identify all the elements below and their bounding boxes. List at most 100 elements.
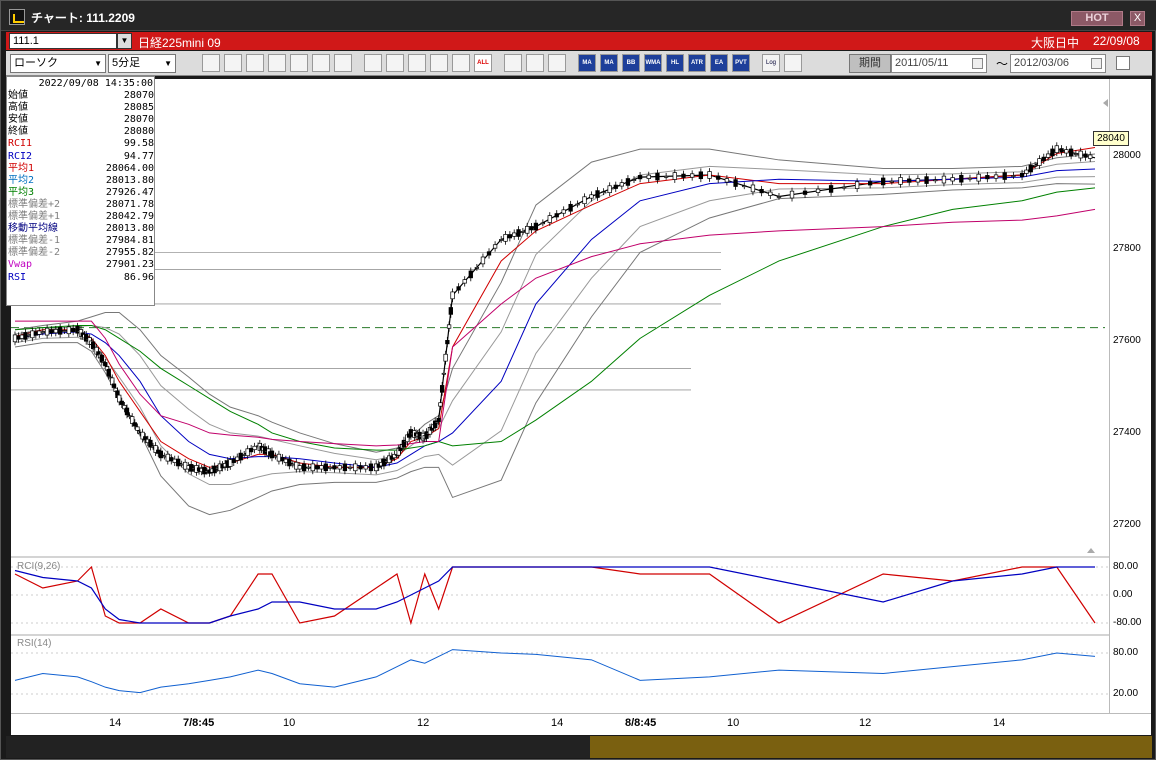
x-tick-label: 8/8:45 bbox=[625, 717, 657, 729]
toolbar-icon-button[interactable] bbox=[290, 54, 308, 72]
candle-body bbox=[503, 234, 508, 242]
candle-body bbox=[280, 457, 285, 462]
candle-body bbox=[561, 209, 566, 214]
toolbar-pvt-button[interactable]: PVT bbox=[732, 54, 750, 72]
candle-body bbox=[294, 461, 299, 470]
chart-plot-area[interactable] bbox=[11, 79, 1109, 713]
candle-body bbox=[492, 244, 498, 249]
info-value: 28070 bbox=[123, 114, 154, 126]
candle-body bbox=[306, 466, 311, 469]
toolbar-icon-button[interactable] bbox=[334, 54, 352, 72]
candle-body bbox=[33, 331, 38, 336]
toolbar-ma-button[interactable]: MA bbox=[600, 54, 618, 72]
info-value: 28064.00 bbox=[105, 162, 154, 174]
toolbar-log-button[interactable]: Log bbox=[762, 54, 780, 72]
scrollbar-thumb[interactable] bbox=[590, 736, 1152, 758]
candle-body bbox=[750, 184, 756, 193]
candle-body bbox=[297, 465, 302, 470]
info-value: 94.77 bbox=[123, 150, 154, 162]
chart-type-select[interactable]: ローソク ▼ bbox=[10, 54, 106, 73]
candle-body bbox=[319, 465, 324, 470]
calendar-icon[interactable] bbox=[972, 58, 983, 69]
toolbar-candle-a-button[interactable] bbox=[430, 54, 448, 72]
candle-body bbox=[707, 171, 712, 179]
time-scrollbar[interactable] bbox=[6, 736, 1152, 758]
timeframe-select[interactable]: 5分足 ▼ bbox=[108, 54, 176, 73]
candle-body bbox=[520, 231, 526, 233]
candle-body bbox=[933, 179, 938, 182]
candle-body bbox=[417, 431, 422, 440]
candle-body bbox=[468, 270, 473, 279]
symbol-input[interactable]: 111.1 bbox=[9, 33, 117, 49]
toolbar-color-button[interactable] bbox=[548, 54, 566, 72]
toolbar-atr-button[interactable]: ATR bbox=[688, 54, 706, 72]
candle-body bbox=[135, 426, 140, 431]
x-tick-label: 12 bbox=[859, 717, 872, 729]
candle-body bbox=[967, 177, 973, 180]
date-to-input[interactable]: 2012/03/06 bbox=[1010, 54, 1106, 73]
toolbar-settings-button[interactable] bbox=[504, 54, 522, 72]
candle-body bbox=[841, 186, 847, 189]
window-title: チャート: 111.2209 bbox=[31, 11, 135, 25]
toolbar-ea-button[interactable]: EA bbox=[710, 54, 728, 72]
chevron-down-icon: ▼ bbox=[94, 59, 102, 68]
toolbar-pen-button[interactable] bbox=[364, 54, 382, 72]
info-label: 標準偏差+1 bbox=[8, 211, 61, 222]
info-value: 27955.82 bbox=[105, 247, 154, 259]
info-label: 終値 bbox=[8, 126, 28, 138]
band-line bbox=[14, 176, 1096, 486]
y-tick-label: 27200 bbox=[1113, 519, 1141, 530]
toolbar-zoom-chart-button[interactable] bbox=[268, 54, 286, 72]
toolbar-crosshair-button[interactable] bbox=[224, 54, 242, 72]
toolbar-ma-button[interactable]: MA bbox=[578, 54, 596, 72]
toolbar-step-down-button[interactable] bbox=[246, 54, 264, 72]
period-button[interactable]: 期間 bbox=[849, 54, 891, 73]
candle-body bbox=[228, 459, 233, 467]
toolbar-bb-button[interactable]: BB bbox=[622, 54, 640, 72]
candle-body bbox=[993, 174, 999, 179]
candle-body bbox=[353, 463, 358, 472]
range-checkbox[interactable] bbox=[1116, 56, 1130, 70]
x-tick-label: 14 bbox=[109, 717, 122, 729]
info-value: 28013.80 bbox=[105, 223, 154, 235]
info-value: 27901.23 bbox=[105, 259, 154, 271]
calendar-icon[interactable] bbox=[1091, 58, 1102, 69]
candle-body bbox=[607, 185, 612, 194]
candle-body bbox=[176, 458, 181, 467]
candle-body bbox=[589, 194, 594, 199]
date-from-input[interactable]: 2011/05/11 bbox=[891, 54, 987, 73]
data-window: 2022/09/08 14:35:00 始値 28070 高値 28085 安値 2807… bbox=[6, 76, 155, 306]
candle-body bbox=[347, 466, 353, 469]
candle-body bbox=[103, 362, 108, 367]
candle-body bbox=[30, 330, 35, 339]
symbol-dropdown-icon[interactable]: ▼ bbox=[117, 33, 132, 49]
series-line bbox=[14, 187, 1096, 451]
toolbar-pencil-button[interactable] bbox=[526, 54, 544, 72]
info-label: 標準偏差-2 bbox=[8, 247, 61, 259]
candle-body bbox=[595, 190, 600, 198]
hot-button[interactable]: HOT bbox=[1071, 11, 1123, 26]
toolbar-icon-button[interactable] bbox=[312, 54, 330, 72]
toolbar-all-button[interactable]: ALL bbox=[474, 54, 492, 72]
close-button[interactable]: X bbox=[1130, 11, 1145, 26]
candle-body bbox=[802, 190, 808, 195]
candle-body bbox=[889, 180, 894, 183]
toolbar-export-button[interactable] bbox=[784, 54, 802, 72]
info-row: 移動平均線 28013.80 bbox=[8, 223, 154, 235]
price-chart[interactable] bbox=[11, 79, 1109, 713]
info-row: 標準偏差-2 27955.82 bbox=[8, 247, 154, 259]
toolbar-cursor-button[interactable] bbox=[386, 54, 404, 72]
candle-body bbox=[119, 400, 124, 405]
candle-body bbox=[1083, 153, 1088, 158]
candle-body bbox=[1064, 149, 1069, 154]
candle-body bbox=[828, 185, 834, 193]
toolbar-refresh-button[interactable] bbox=[408, 54, 426, 72]
toolbar-hl-button[interactable]: HL bbox=[666, 54, 684, 72]
candle-body bbox=[179, 463, 184, 466]
info-label: 移動平均線 bbox=[8, 223, 58, 235]
info-row: 高値 28085 bbox=[8, 102, 154, 114]
toolbar-wma-button[interactable]: WMA bbox=[644, 54, 662, 72]
toolbar-zoom-button[interactable] bbox=[202, 54, 220, 72]
toolbar-candle-b-button[interactable] bbox=[452, 54, 470, 72]
x-tick-label: 14 bbox=[551, 717, 564, 729]
